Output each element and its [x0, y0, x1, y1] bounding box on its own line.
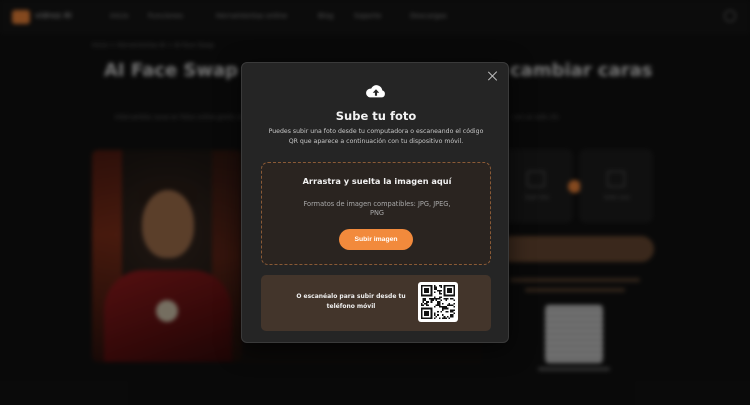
supported-formats: Formatos de imagen compatibles: JPG, JPE…	[303, 200, 451, 217]
upload-modal: Sube tu foto Puedes subir una foto desde…	[241, 62, 509, 343]
modal-title: Sube tu foto	[335, 109, 417, 123]
drop-zone[interactable]: Arrastra y suelta la imagen aquí Formato…	[261, 162, 491, 265]
qr-instructions: O escanéalo para subir desde tu teléfono…	[296, 293, 406, 310]
upload-image-button[interactable]: Subir imagen	[339, 229, 413, 250]
qr-upload-section: O escanéalo para subir desde tu teléfono…	[261, 275, 491, 331]
drop-zone-title: Arrastra y suelta la imagen aquí	[302, 176, 452, 186]
qr-code	[418, 282, 458, 322]
modal-description: Puedes subir una foto desde tu computado…	[268, 128, 484, 145]
close-icon[interactable]	[487, 70, 499, 82]
qr-code-image	[421, 285, 455, 319]
cloud-upload-icon	[366, 85, 385, 98]
